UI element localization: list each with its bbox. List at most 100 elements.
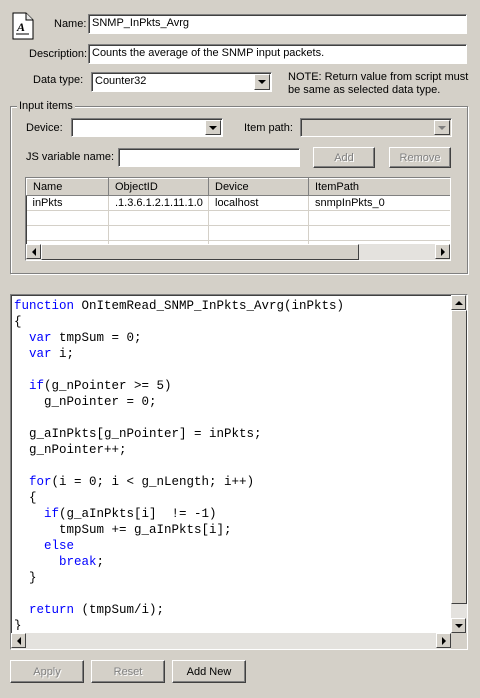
note-line1: NOTE: Return value from script must [288,71,469,83]
jsvar-label: JS variable name: [26,151,115,163]
table-cell [208,210,309,226]
code-keyword: break [59,555,97,569]
code-text: ; [96,555,105,569]
code-text: (g_aInPkts[i] != -1) [59,507,217,521]
chevron-down-icon [258,80,266,84]
table-cell [108,210,209,226]
table-cell [26,225,109,241]
code-text: { [14,315,22,329]
table-cell [308,225,450,241]
table-row[interactable] [26,210,450,226]
code-text: } [14,571,37,585]
code-text: } [14,619,22,630]
table-cell: localhost [208,195,309,211]
add-button[interactable]: Add [313,147,375,168]
datatype-select[interactable]: Counter32 [91,72,272,92]
add-new-button[interactable]: Add New [172,660,246,683]
arrow-down-icon [454,623,463,628]
remove-button[interactable]: Remove [389,147,451,168]
script-editor[interactable]: function OnItemRead_SNMP_InPkts_Avrg(inP… [10,294,468,650]
column-header-device[interactable]: Device [208,178,309,196]
code-line: break; [14,554,450,570]
datatype-value: Counter32 [95,75,147,87]
code-text: g_aInPkts[g_nPointer] = inPkts; [14,427,262,441]
code-line: var i; [14,346,450,362]
apply-button[interactable]: Apply [10,660,84,683]
arrow-up-icon [454,300,463,305]
itempath-select[interactable] [300,118,452,137]
code-line: else [14,538,450,554]
code-text: tmpSum = 0; [51,331,142,345]
code-line: } [14,570,450,586]
arrow-left-icon [16,636,21,645]
arrow-right-icon [440,247,445,256]
datatype-label: Data type: [33,74,84,86]
code-text: g_nPointer++; [14,443,127,457]
editor-vertical-scrollbar[interactable] [451,295,467,633]
code-text: i; [51,347,75,361]
code-line: function OnItemRead_SNMP_InPkts_Avrg(inP… [14,298,450,314]
code-area[interactable]: function OnItemRead_SNMP_InPkts_Avrg(inP… [14,298,450,630]
code-keyword: for [29,475,52,489]
table-row[interactable]: inPkts .1.3.6.1.2.1.11.1.0 localhost snm… [26,195,450,211]
code-line: return (tmpSum/i); [14,602,450,618]
code-line: for(i = 0; i < g_nLength; i++) [14,474,450,490]
code-line: g_aInPkts[g_nPointer] = inPkts; [14,426,450,442]
table-cell [308,210,450,226]
arrow-right-icon [441,636,446,645]
column-header-objectid[interactable]: ObjectID [108,178,209,196]
scroll-left-button[interactable] [26,244,41,259]
table-row[interactable] [26,225,450,241]
code-line: var tmpSum = 0; [14,330,450,346]
datatype-dropdown-button[interactable] [254,74,270,90]
scroll-left-button[interactable] [11,633,26,648]
scroll-right-button[interactable] [436,633,451,648]
svg-text:A: A [16,20,25,34]
table-horizontal-scrollbar[interactable] [26,244,450,260]
code-text: (tmpSum/i); [74,603,165,617]
scroll-right-button[interactable] [435,244,450,259]
description-field[interactable]: Counts the average of the SNMP input pac… [88,44,467,64]
code-line: { [14,314,450,330]
code-line: g_nPointer = 0; [14,394,450,410]
column-header-name[interactable]: Name [26,178,109,196]
chevron-down-icon [209,125,217,130]
code-keyword: var [29,347,52,361]
scroll-up-button[interactable] [451,295,466,310]
itempath-label: Item path: [244,122,293,134]
scroll-thumb[interactable] [41,244,359,260]
jsvar-field[interactable] [118,148,300,167]
device-label: Device: [26,122,63,134]
table-cell: inPkts [26,195,109,211]
reset-button[interactable]: Reset [91,660,165,683]
scrollbar-corner [451,633,467,649]
scroll-down-button[interactable] [451,618,466,633]
code-line: if(g_aInPkts[i] != -1) [14,506,450,522]
scroll-thumb[interactable] [451,310,467,604]
table-header-row: Name ObjectID Device ItemPath [26,178,450,196]
table-cell [26,210,109,226]
editor-horizontal-scrollbar[interactable] [11,633,451,649]
code-keyword: else [44,539,75,553]
code-line: tmpSum += g_aInPkts[i]; [14,522,450,538]
code-text: tmpSum += g_aInPkts[i]; [14,523,232,537]
table-cell: snmpInPkts_0 [308,195,450,211]
column-header-itempath[interactable]: ItemPath [308,178,450,196]
code-line: { [14,490,450,506]
table-cell: .1.3.6.1.2.1.11.1.0 [108,195,209,211]
name-field[interactable]: SNMP_InPkts_Avrg [88,14,467,34]
itempath-dropdown-button[interactable] [434,120,450,135]
device-select[interactable] [71,118,223,137]
code-line: g_nPointer++; [14,442,450,458]
device-dropdown-button[interactable] [205,120,221,135]
description-label: Description: [29,48,88,60]
